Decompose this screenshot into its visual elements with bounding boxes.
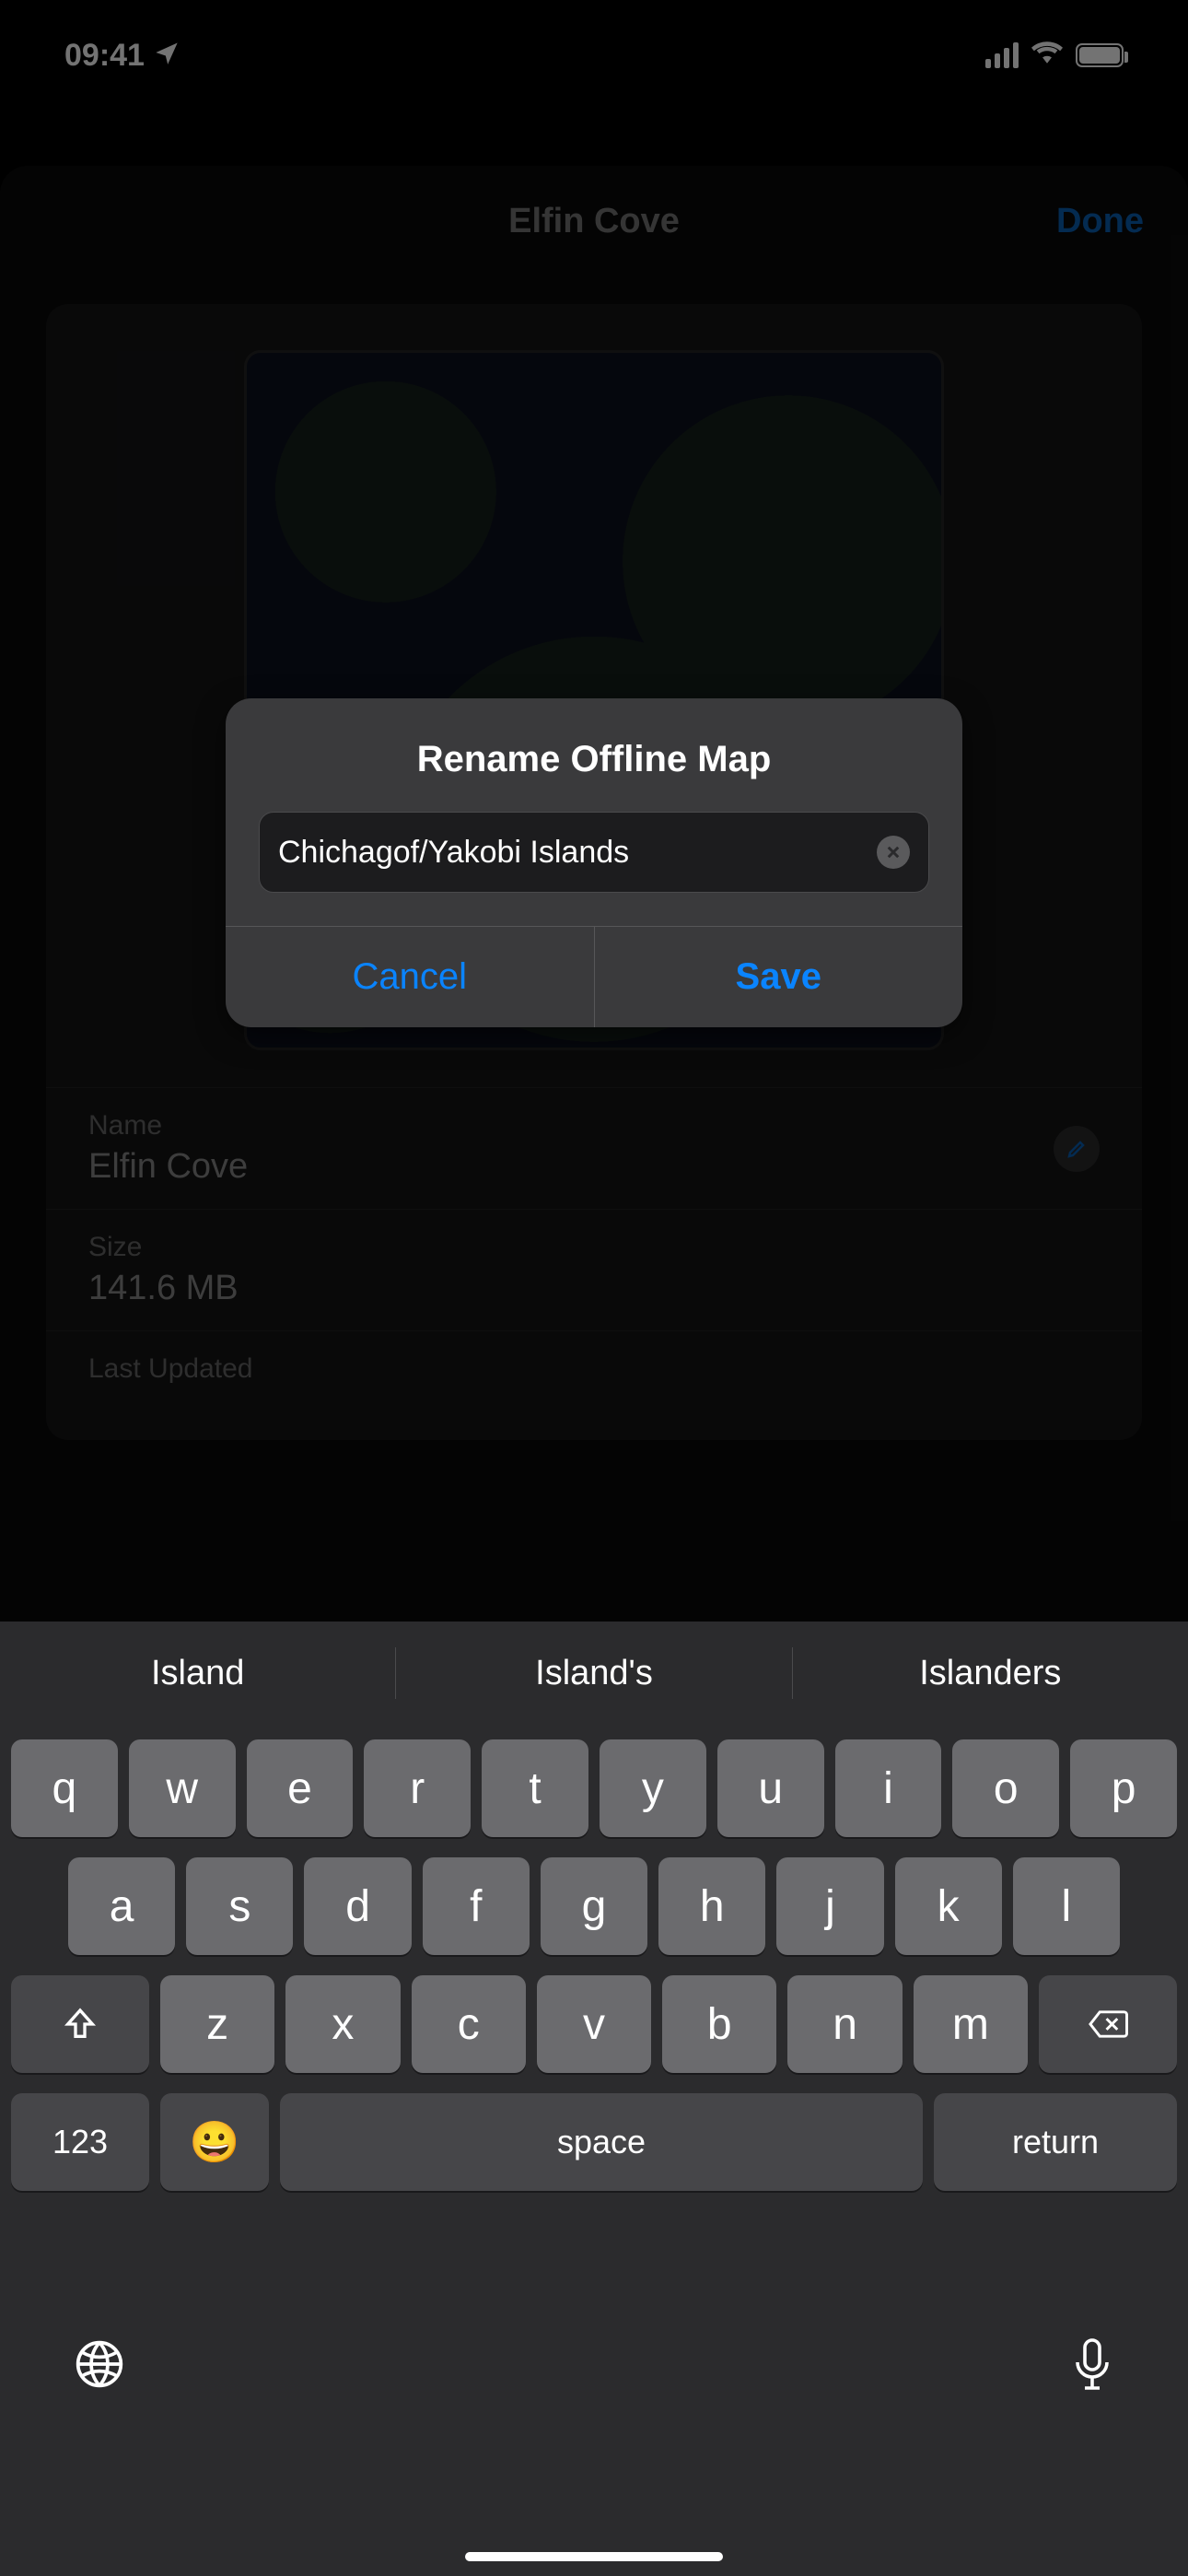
suggestion-2[interactable]: Island's [396, 1654, 791, 1693]
key-c[interactable]: c [412, 1975, 526, 2073]
key-d[interactable]: d [304, 1857, 411, 1955]
key-a[interactable]: a [68, 1857, 175, 1955]
key-row-2: a s d f g h j k l [11, 1857, 1177, 1955]
mic-icon[interactable] [1070, 2336, 1114, 2403]
key-o[interactable]: o [952, 1739, 1059, 1837]
key-r[interactable]: r [364, 1739, 471, 1837]
key-row-1: q w e r t y u i o p [11, 1739, 1177, 1837]
key-t[interactable]: t [482, 1739, 588, 1837]
shift-key[interactable] [11, 1975, 149, 2073]
alert-title: Rename Offline Map [226, 698, 962, 812]
key-g[interactable]: g [541, 1857, 647, 1955]
key-l[interactable]: l [1013, 1857, 1120, 1955]
key-v[interactable]: v [537, 1975, 651, 2073]
cancel-button[interactable]: Cancel [226, 927, 595, 1027]
save-button[interactable]: Save [595, 927, 963, 1027]
key-i[interactable]: i [835, 1739, 942, 1837]
key-p[interactable]: p [1070, 1739, 1177, 1837]
key-s[interactable]: s [186, 1857, 293, 1955]
rename-input[interactable] [278, 835, 877, 871]
key-m[interactable]: m [914, 1975, 1028, 2073]
emoji-key[interactable]: 😀 [160, 2093, 269, 2191]
clear-input-button[interactable] [877, 836, 910, 869]
key-k[interactable]: k [895, 1857, 1002, 1955]
key-row-4: 123 😀 space return [11, 2093, 1177, 2191]
key-n[interactable]: n [787, 1975, 902, 2073]
key-x[interactable]: x [285, 1975, 400, 2073]
keyboard: Island Island's Islanders q w e r t y u … [0, 1622, 1188, 2576]
key-u[interactable]: u [717, 1739, 824, 1837]
key-y[interactable]: y [600, 1739, 706, 1837]
key-row-3: z x c v b n m [11, 1975, 1177, 2073]
space-key[interactable]: space [280, 2093, 923, 2191]
key-q[interactable]: q [11, 1739, 118, 1837]
backspace-key[interactable] [1039, 1975, 1177, 2073]
numeric-key[interactable]: 123 [11, 2093, 149, 2191]
return-key[interactable]: return [934, 2093, 1177, 2191]
key-z[interactable]: z [160, 1975, 274, 2073]
suggestion-1[interactable]: Island [0, 1654, 395, 1693]
suggestion-3[interactable]: Islanders [793, 1654, 1188, 1693]
suggestion-bar: Island Island's Islanders [0, 1622, 1188, 1725]
rename-alert: Rename Offline Map Cancel Save [226, 698, 962, 1027]
alert-input-container[interactable] [259, 812, 929, 893]
key-e[interactable]: e [247, 1739, 354, 1837]
key-b[interactable]: b [662, 1975, 776, 2073]
key-h[interactable]: h [658, 1857, 765, 1955]
home-indicator[interactable] [465, 2552, 723, 2561]
key-f[interactable]: f [423, 1857, 530, 1955]
key-w[interactable]: w [129, 1739, 236, 1837]
key-j[interactable]: j [776, 1857, 883, 1955]
globe-icon[interactable] [74, 2338, 125, 2401]
